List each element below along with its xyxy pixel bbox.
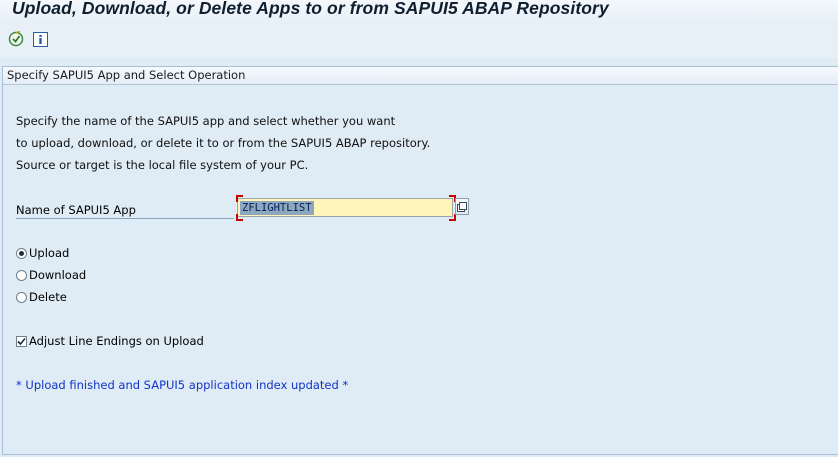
value-help-icon	[457, 201, 467, 212]
radio-download-label[interactable]: Download	[29, 268, 86, 282]
app-name-label-text: Name of SAPUI5 App	[16, 203, 136, 217]
execute-icon	[8, 31, 24, 47]
radio-selected-dot	[19, 250, 24, 256]
info-icon	[32, 31, 48, 47]
checkbox-box[interactable]	[16, 335, 27, 347]
radio-download[interactable]: Download	[16, 267, 86, 283]
panel-header: Specify SAPUI5 App and Select Operation	[3, 67, 838, 85]
required-marker-bottom-right	[449, 214, 456, 221]
intro-text-line-1: Specify the name of the SAPUI5 app and s…	[16, 114, 396, 128]
title-bar: Upload, Download, or Delete Apps to or f…	[0, 0, 838, 24]
required-marker-top-left	[236, 195, 243, 202]
adjust-line-endings-checkbox[interactable]: Adjust Line Endings on Upload	[16, 333, 204, 349]
value-help-button[interactable]	[455, 198, 469, 215]
status-message: * Upload finished and SAPUI5 application…	[16, 378, 349, 392]
adjust-line-endings-label[interactable]: Adjust Line Endings on Upload	[29, 334, 204, 348]
radio-upload[interactable]: Upload	[16, 245, 69, 261]
panel-title: Specify SAPUI5 App and Select Operation	[7, 68, 246, 82]
radio-download-circle[interactable]	[16, 269, 27, 281]
radio-upload-label[interactable]: Upload	[29, 246, 69, 260]
intro-text-line-3: Source or target is the local file syste…	[16, 158, 309, 172]
radio-delete-circle[interactable]	[16, 291, 27, 303]
checkmark-icon	[17, 337, 26, 345]
app-name-input[interactable]: ZFLIGHTLIST	[237, 198, 453, 217]
page-title: Upload, Download, or Delete Apps to or f…	[12, 0, 609, 18]
radio-upload-circle[interactable]	[16, 247, 27, 259]
application-toolbar	[0, 24, 838, 58]
radio-delete[interactable]: Delete	[16, 289, 67, 305]
required-marker-bottom-left	[236, 214, 243, 221]
info-button[interactable]	[31, 30, 49, 48]
app-name-label: Name of SAPUI5 App	[16, 200, 234, 219]
app-name-value[interactable]: ZFLIGHTLIST	[240, 201, 314, 215]
intro-text-line-2: to upload, download, or delete it to or …	[16, 136, 431, 150]
radio-delete-label[interactable]: Delete	[29, 290, 67, 304]
execute-button[interactable]	[7, 30, 25, 48]
operation-panel: Specify SAPUI5 App and Select Operation …	[2, 66, 838, 455]
